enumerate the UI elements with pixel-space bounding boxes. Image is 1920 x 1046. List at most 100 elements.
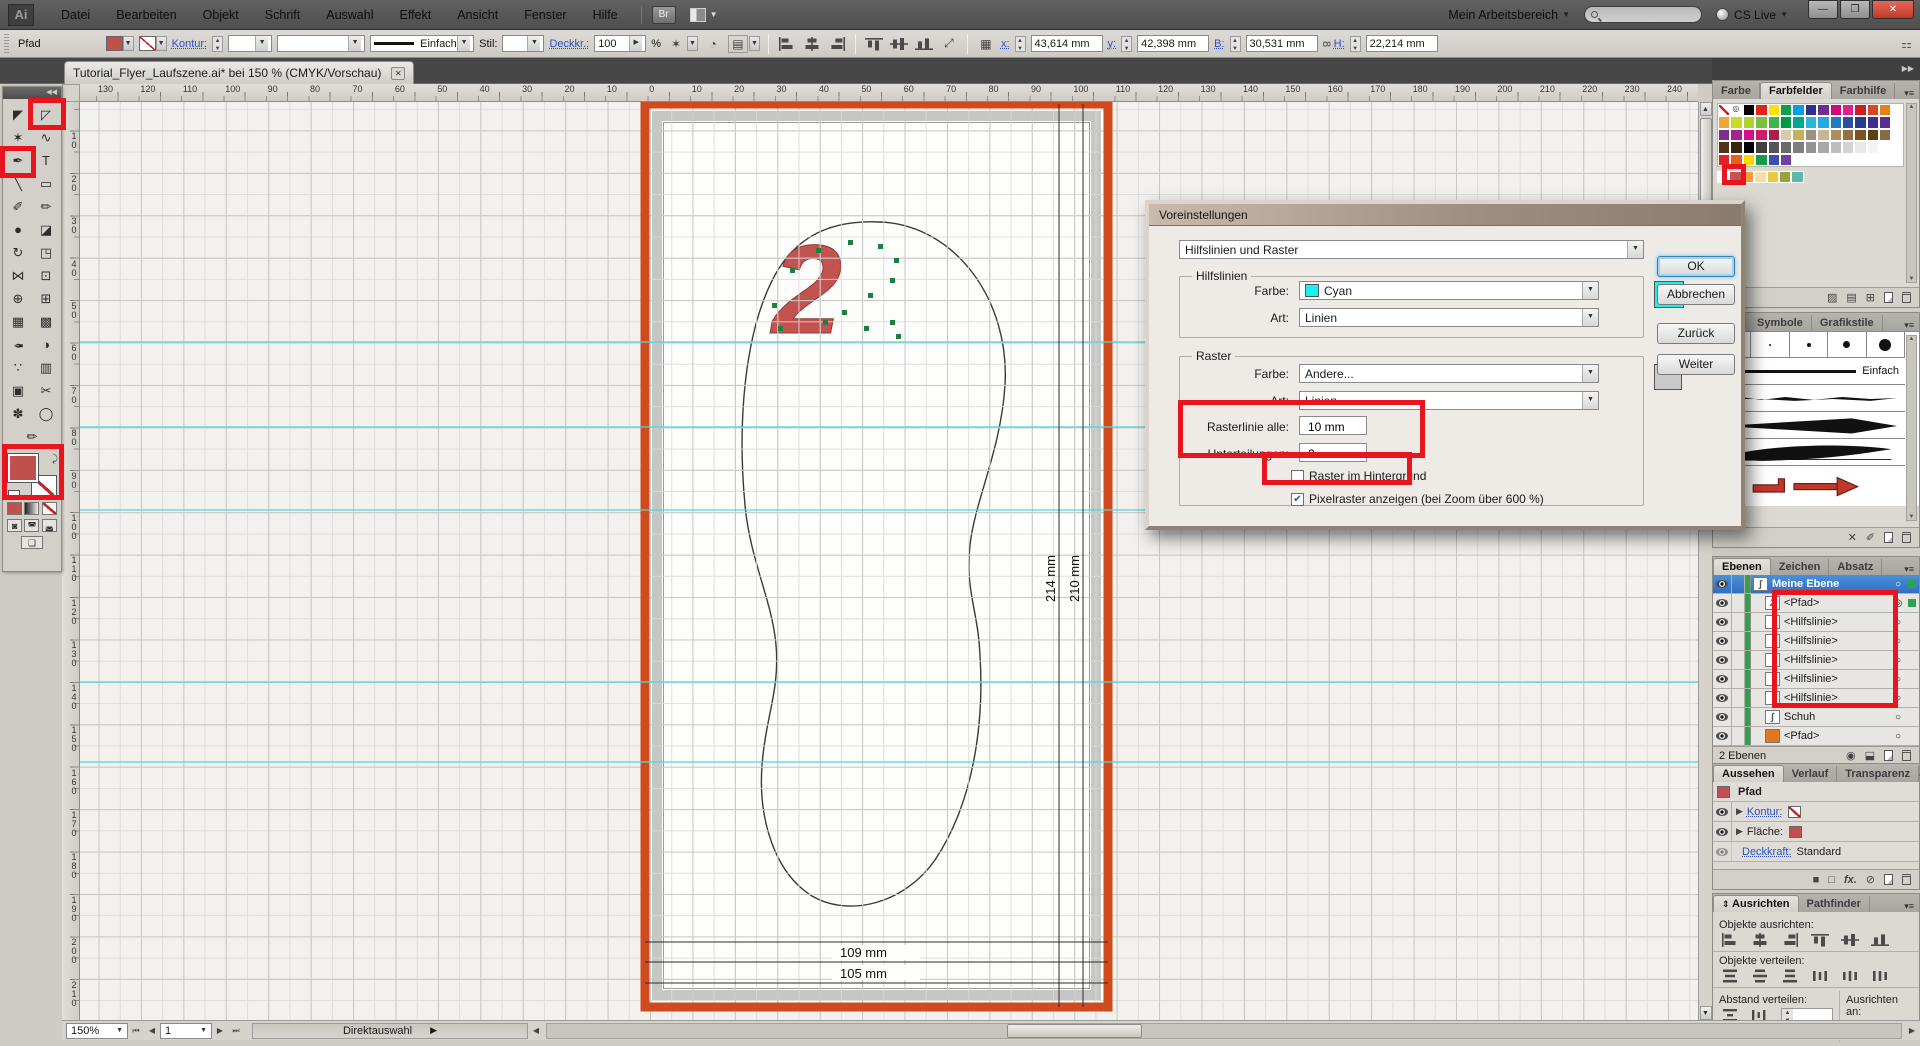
- blob-brush-tool[interactable]: ●: [4, 218, 32, 241]
- swatch[interactable]: [1718, 104, 1730, 116]
- swatch[interactable]: [1730, 154, 1742, 166]
- swatch[interactable]: [1830, 116, 1842, 128]
- close-document-icon[interactable]: ✕: [391, 67, 405, 80]
- new-fill-icon[interactable]: □: [1828, 874, 1835, 886]
- shape-builder-tool[interactable]: ⊕: [4, 287, 32, 310]
- collapse-panel-button[interactable]: ◀◀: [3, 87, 61, 99]
- align-bottom-button[interactable]: [914, 35, 934, 53]
- swatch[interactable]: [1768, 116, 1780, 128]
- rectangle-tool[interactable]: ▭: [32, 172, 60, 195]
- panel-menu-icon[interactable]: ▾≡: [1904, 901, 1919, 912]
- swatch[interactable]: [1718, 129, 1730, 141]
- swatch[interactable]: [1805, 129, 1817, 141]
- stroke-weight-link[interactable]: Kontur:: [172, 38, 207, 50]
- swatch[interactable]: [1842, 104, 1854, 116]
- menu-item[interactable]: Ansicht: [444, 1, 511, 29]
- align-top-button[interactable]: [864, 35, 884, 53]
- y-stepper[interactable]: ▲▼: [1121, 36, 1132, 52]
- panel-menu-icon[interactable]: ▾≡: [1904, 88, 1919, 99]
- magic-wand-tool[interactable]: ✶: [4, 126, 32, 149]
- align-left-button[interactable]: [777, 35, 797, 53]
- stroke-swatch[interactable]: [139, 36, 156, 51]
- stroke-color-control[interactable]: ▼: [139, 36, 167, 51]
- swatch[interactable]: [1842, 116, 1854, 128]
- swatch-kinds-icon[interactable]: ▨: [1827, 291, 1837, 304]
- blend-tool[interactable]: ◑: [32, 333, 60, 356]
- eye-icon[interactable]: [1716, 828, 1728, 836]
- line-segment-tool[interactable]: ╲: [4, 172, 32, 195]
- fill-proxy-swatch[interactable]: [8, 454, 38, 482]
- swatch[interactable]: [1791, 171, 1803, 183]
- visibility-toggle[interactable]: [1713, 670, 1732, 688]
- visibility-toggle[interactable]: [1713, 651, 1732, 669]
- swatch[interactable]: [1768, 141, 1780, 153]
- distribute-middle-button[interactable]: [1751, 969, 1769, 983]
- eraser-tool[interactable]: ◪: [32, 218, 60, 241]
- lock-toggle[interactable]: [1732, 670, 1745, 688]
- swatch[interactable]: [1842, 129, 1854, 141]
- swatch[interactable]: [1830, 141, 1842, 153]
- width-profile-select[interactable]: ▼: [277, 35, 365, 52]
- layer-row[interactable]: <Hilfslinie> ○: [1713, 651, 1919, 670]
- lock-toggle[interactable]: [1732, 632, 1745, 650]
- distribute-bottom-button[interactable]: [1781, 969, 1799, 983]
- swatch[interactable]: [1842, 141, 1854, 153]
- fill-label[interactable]: Fläche:: [1747, 826, 1783, 838]
- scroll-up-icon[interactable]: ▲: [1700, 102, 1712, 116]
- menu-item[interactable]: Datei: [48, 1, 103, 29]
- lock-toggle[interactable]: [1732, 727, 1745, 745]
- dialog-title-bar[interactable]: Voreinstellungen: [1149, 204, 1741, 226]
- free-distort-icon[interactable]: ⤢: [939, 35, 959, 53]
- align-center-button[interactable]: [1751, 933, 1769, 947]
- lasso-tool[interactable]: ∿: [32, 126, 60, 149]
- fill-color-control[interactable]: ▼: [106, 36, 134, 51]
- mesh-tool[interactable]: ▦: [4, 310, 32, 333]
- new-brush-icon[interactable]: [1884, 532, 1893, 543]
- swatch[interactable]: [1879, 116, 1891, 128]
- swatch[interactable]: [1854, 129, 1866, 141]
- scale-tool[interactable]: ◳: [32, 241, 60, 264]
- type-tool[interactable]: T: [32, 149, 60, 172]
- panel-menu-icon[interactable]: ▾≡: [1904, 320, 1919, 331]
- draw-normal-button[interactable]: ◙: [7, 519, 22, 532]
- graph-tool[interactable]: ▥: [32, 356, 60, 379]
- artboard-navigation-select[interactable]: 1▼: [160, 1023, 212, 1039]
- bridge-button[interactable]: Br: [652, 6, 676, 24]
- swatch[interactable]: [1780, 141, 1792, 153]
- swatch[interactable]: [1755, 141, 1767, 153]
- stroke-row[interactable]: ▶ Kontur:: [1713, 802, 1919, 822]
- eye-icon[interactable]: [1716, 808, 1728, 816]
- align-top-button[interactable]: [1811, 933, 1829, 947]
- menu-item[interactable]: Hilfe: [580, 1, 631, 29]
- guides-color-select[interactable]: Cyan▼: [1299, 281, 1599, 300]
- last-page-icon[interactable]: ⏭: [228, 1023, 244, 1039]
- target-circle[interactable]: ○: [1891, 712, 1905, 723]
- align-middle-button[interactable]: [1841, 933, 1859, 947]
- tab-grafikstile[interactable]: Grafikstile: [1812, 315, 1883, 331]
- panel-menu-icon[interactable]: ▾≡: [1904, 564, 1919, 575]
- target-circle[interactable]: ○: [1891, 674, 1905, 685]
- prev-page-icon[interactable]: ◀: [144, 1023, 160, 1039]
- menu-item[interactable]: Bearbeiten: [103, 1, 189, 29]
- fill-row[interactable]: ▶ Fläche:: [1713, 822, 1919, 842]
- layer-row[interactable]: <Hilfslinie> ○: [1713, 670, 1919, 689]
- layer-row[interactable]: ∫ Meine Ebene ○: [1713, 575, 1919, 594]
- swatch[interactable]: [1730, 104, 1742, 116]
- swatch[interactable]: [1730, 116, 1742, 128]
- swatch[interactable]: [1717, 171, 1729, 183]
- swatch[interactable]: [1718, 154, 1730, 166]
- swatch[interactable]: [1817, 129, 1829, 141]
- visibility-toggle[interactable]: [1713, 613, 1732, 631]
- swatch[interactable]: [1780, 116, 1792, 128]
- cs-live-button[interactable]: CS Live▼: [1716, 8, 1788, 22]
- close-button[interactable]: ✕: [1872, 0, 1914, 19]
- eye-icon[interactable]: [1716, 848, 1728, 856]
- pen-tool[interactable]: ✒: [4, 149, 32, 172]
- tab-absatz[interactable]: Absatz: [1829, 559, 1882, 575]
- eyedropper-tool[interactable]: ✒: [4, 333, 32, 356]
- stroke-swatch[interactable]: [1788, 806, 1801, 818]
- visibility-toggle[interactable]: [1713, 727, 1732, 745]
- swatch[interactable]: [1768, 154, 1780, 166]
- swatch[interactable]: [1743, 154, 1755, 166]
- swatch[interactable]: [1817, 104, 1829, 116]
